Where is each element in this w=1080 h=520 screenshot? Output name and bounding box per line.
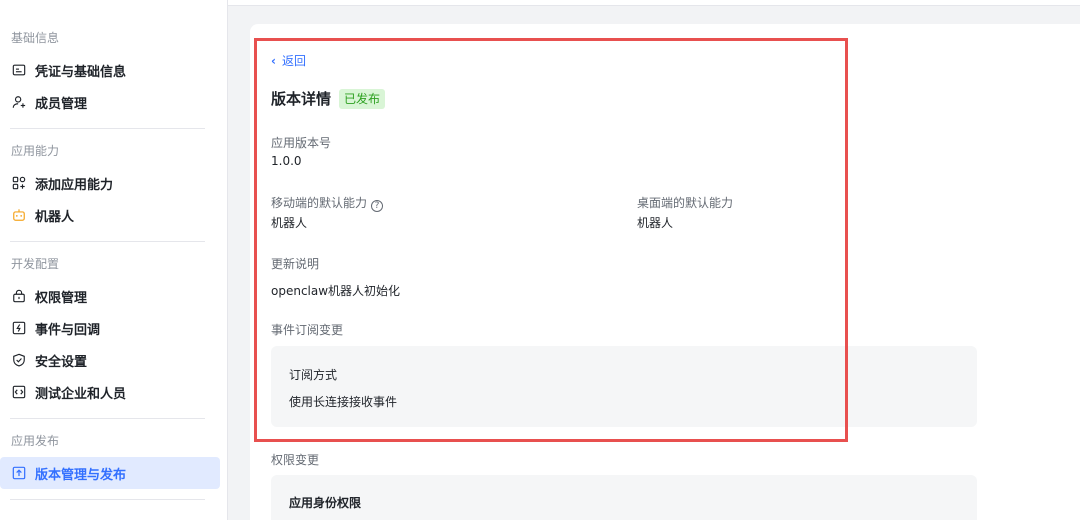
member-add-icon — [11, 94, 27, 110]
group-title-app-capabilities: 应用能力 — [11, 144, 60, 158]
sidebar-item-label: 权限管理 — [35, 290, 88, 306]
sidebar-item-add-capability[interactable]: 添加应用能力 — [0, 167, 219, 199]
sidebar-item-members[interactable]: 成员管理 — [0, 86, 219, 118]
update-notes-label: 更新说明 — [271, 257, 320, 271]
sidebar-item-label: 安全设置 — [35, 354, 88, 370]
sidebar-item-security[interactable]: 安全设置 — [0, 344, 219, 376]
group-title-basic-info: 基础信息 — [11, 31, 60, 45]
permissions-panel — [271, 475, 977, 520]
sidebar-divider — [10, 128, 205, 129]
sidebar-item-label: 添加应用能力 — [35, 177, 114, 193]
sidebar-item-test-org[interactable]: 测试企业和人员 — [0, 376, 219, 408]
desktop-default-value: 机器人 — [637, 216, 674, 230]
app-identity-permissions-label: 应用身份权限 — [289, 496, 362, 510]
event-changes-label: 事件订阅变更 — [271, 323, 344, 337]
sidebar: 基础信息 凭证与基础信息 成员管理 应用能力 添加应用能力 机器人 开发配置 权… — [0, 0, 228, 520]
lock-icon — [11, 288, 27, 304]
sidebar-item-label: 成员管理 — [35, 96, 88, 112]
top-bar — [228, 0, 1080, 6]
sidebar-item-label: 版本管理与发布 — [35, 467, 127, 483]
event-icon — [11, 320, 27, 336]
sidebar-item-label: 测试企业和人员 — [35, 386, 127, 402]
group-title-app-release: 应用发布 — [11, 434, 60, 448]
back-label: 返回 — [281, 54, 306, 68]
mobile-default-value: 机器人 — [271, 216, 308, 230]
sidebar-item-permissions[interactable]: 权限管理 — [0, 280, 219, 312]
version-label: 应用版本号 — [271, 136, 332, 150]
help-icon[interactable]: ? — [371, 200, 384, 212]
sidebar-item-label: 机器人 — [35, 209, 75, 225]
sidebar-item-credentials[interactable]: 凭证与基础信息 — [0, 54, 219, 86]
sidebar-divider — [10, 418, 205, 419]
code-icon — [11, 384, 27, 400]
sidebar-item-label: 凭证与基础信息 — [35, 64, 127, 80]
sidebar-item-robot[interactable]: 机器人 — [0, 199, 219, 231]
mobile-default-label: 移动端的默认能力? — [271, 194, 384, 212]
shield-icon — [11, 352, 27, 368]
title-row: 版本详情 已发布 — [271, 88, 386, 109]
subscription-method-label: 订阅方式 — [289, 368, 338, 382]
robot-icon — [11, 207, 27, 223]
sidebar-divider — [10, 241, 205, 242]
apps-add-icon — [11, 175, 27, 191]
mobile-default-label-text: 移动端的默认能力 — [271, 196, 368, 210]
chevron-left-icon: ‹ — [271, 53, 276, 68]
permission-changes-label: 权限变更 — [271, 453, 320, 467]
upload-icon — [11, 465, 27, 481]
subscription-panel — [271, 346, 977, 427]
subscription-method-value: 使用长连接接收事件 — [289, 395, 398, 409]
sidebar-divider — [10, 499, 205, 500]
version-value: 1.0.0 — [271, 154, 302, 168]
update-notes-value: openclaw机器人初始化 — [271, 284, 401, 298]
sidebar-item-events[interactable]: 事件与回调 — [0, 312, 219, 344]
back-link[interactable]: ‹ 返回 — [271, 52, 306, 69]
sidebar-item-label: 事件与回调 — [35, 322, 101, 338]
credential-icon — [11, 62, 27, 78]
page-title: 版本详情 — [271, 90, 332, 108]
group-title-dev-config: 开发配置 — [11, 257, 60, 271]
desktop-default-label: 桌面端的默认能力 — [637, 196, 734, 210]
status-badge: 已发布 — [339, 88, 386, 109]
sidebar-item-version-release[interactable]: 版本管理与发布 — [0, 457, 220, 489]
